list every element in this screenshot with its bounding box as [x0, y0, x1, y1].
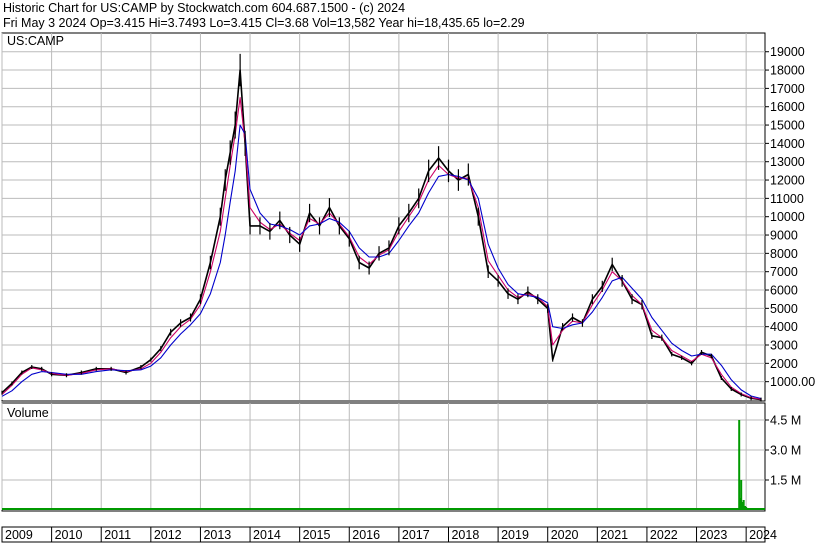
year-tick-label: 2011: [104, 528, 131, 542]
price-tick-label: 10000: [770, 210, 805, 224]
price-tick-label: 13000: [770, 155, 805, 169]
volume-bar: [745, 507, 748, 510]
volume-bar: [750, 509, 753, 510]
price-tick-label: 19000: [770, 45, 805, 59]
price-tick-label: 14000: [770, 137, 805, 151]
stockwatch-chart: Historic Chart for US:CAMP by Stockwatch…: [0, 0, 830, 543]
price-tick-label: 5000: [770, 302, 798, 316]
year-tick-label: 2019: [501, 528, 529, 542]
price-tick-label: 2000: [770, 357, 798, 371]
price-tick-label: 15000: [770, 119, 805, 133]
year-tick-label: 2013: [203, 528, 231, 542]
year-tick-label: 2023: [700, 528, 728, 542]
chart-area: 19000 18000 17000 16000 15000 14000 13000 12000…: [1, 32, 815, 543]
price-tick-label: 7000: [770, 265, 798, 279]
year-tick-label: 2010: [55, 528, 83, 542]
year-tick-label: 2022: [650, 528, 678, 542]
volume-label: Volume: [7, 406, 49, 420]
price-tick-label: 8000: [770, 247, 798, 261]
price-tick-label: 17000: [770, 82, 805, 96]
price-tick-label: 18000: [770, 64, 805, 78]
price-tick-label: 16000: [770, 100, 805, 114]
year-tick-label: 2021: [600, 528, 628, 542]
year-tick-label: 2015: [303, 528, 331, 542]
price-tick-label: 1000.00: [770, 375, 815, 389]
year-tick-label: 2009: [5, 528, 33, 542]
volume-tick-label: 4.5 M: [770, 414, 801, 428]
price-tick-label: 4000: [770, 320, 798, 334]
year-tick-label: 2017: [402, 528, 430, 542]
price-tick-label: 11000: [770, 192, 804, 206]
volume-panel-frame: [1, 402, 766, 512]
volume-bar: [738, 420, 741, 510]
volume-tick-label: 3.0 M: [770, 444, 801, 458]
year-tick-label: 2016: [352, 528, 380, 542]
price-tick-label: 12000: [770, 174, 805, 188]
volume-tick-label: 1.5 M: [770, 474, 801, 488]
year-tick-label: 2018: [451, 528, 479, 542]
year-tick-label: 2020: [551, 528, 579, 542]
price-tick-label: 3000: [770, 339, 798, 353]
symbol-label: US:CAMP: [7, 34, 64, 48]
year-tick-label: 2014: [253, 528, 281, 542]
price-tick-label: 6000: [770, 284, 798, 298]
year-tick-label: 2012: [154, 528, 182, 542]
year-tick-label: 2024: [749, 528, 777, 542]
price-tick-label: 9000: [770, 229, 798, 243]
